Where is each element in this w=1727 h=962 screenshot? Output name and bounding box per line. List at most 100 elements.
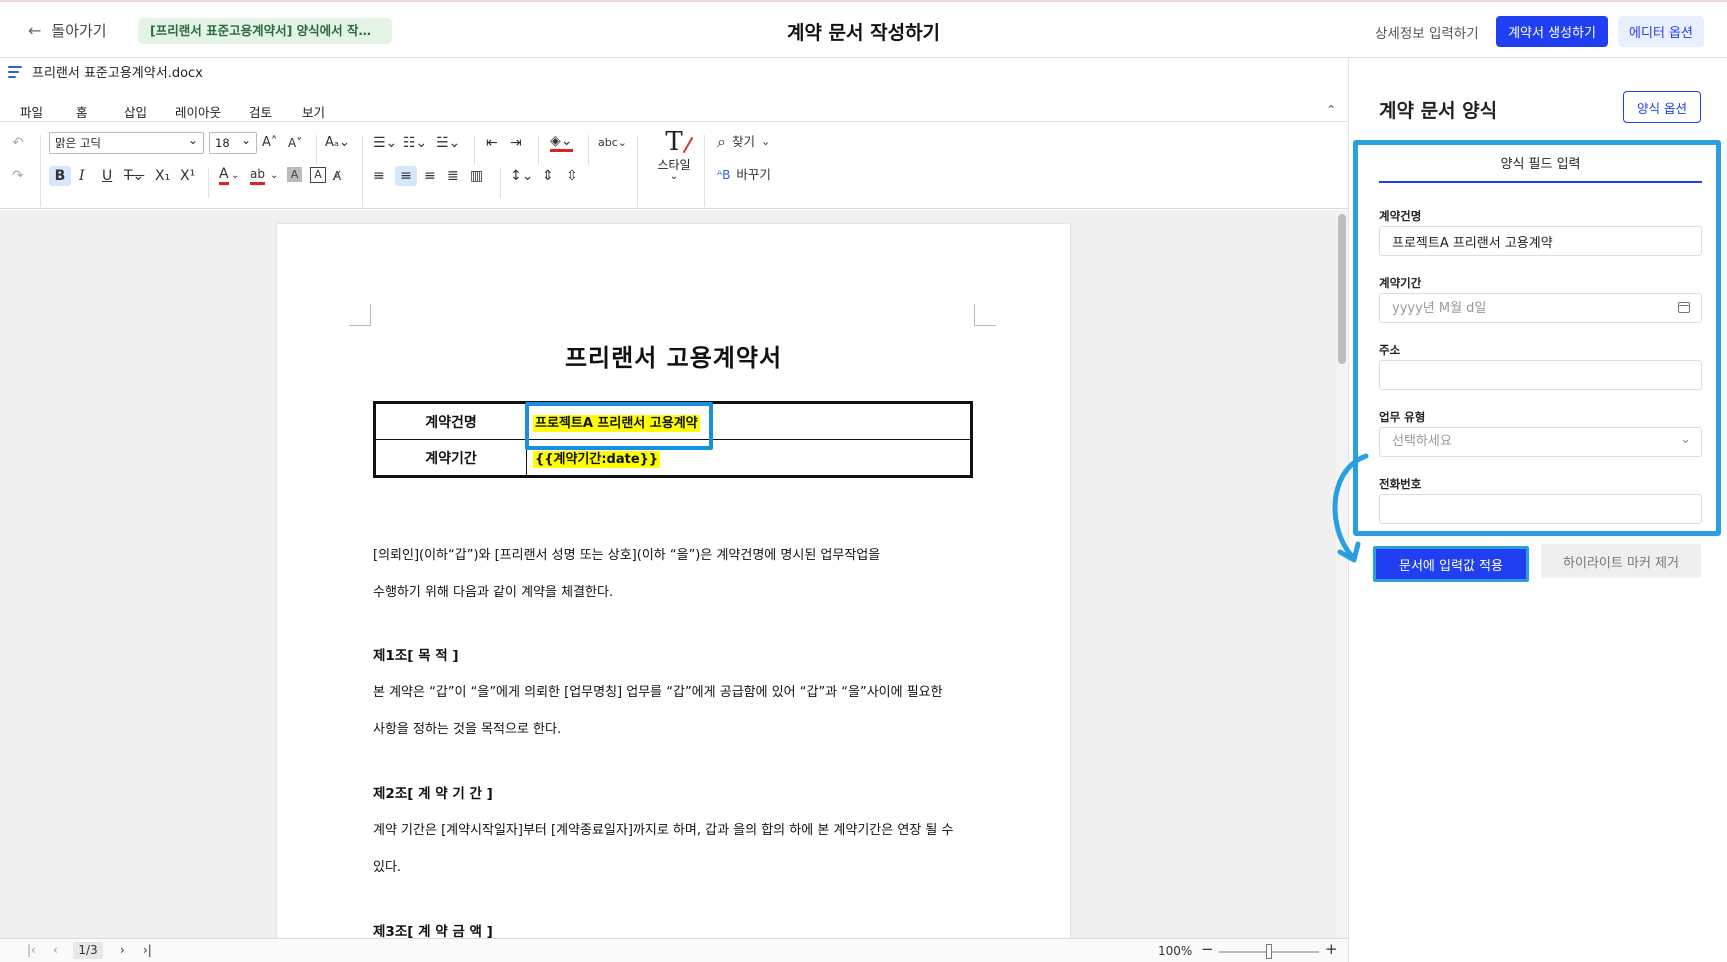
collapse-ribbon-icon[interactable]: ⌄: [1326, 102, 1336, 116]
menu-view[interactable]: 보기: [302, 102, 325, 121]
menu-bar: 파일 홈 삽입 레이아웃 검토 보기 ⌄: [0, 98, 1348, 128]
spelling-icon[interactable]: abc⌄: [598, 133, 627, 153]
detail-info-link[interactable]: 상세정보 입력하기: [1375, 22, 1479, 42]
status-bar: |‹ ‹ 1/3 › ›| 100% − +: [0, 938, 1348, 962]
field-label-phone: 전화번호: [1379, 477, 1422, 491]
paragraph-spacing-before-icon[interactable]: ⇕: [542, 166, 554, 186]
char-border-icon[interactable]: A: [310, 167, 326, 183]
contract-period-wrapper: [1349, 293, 1727, 323]
bullet-list-icon[interactable]: ☰⌄: [373, 133, 397, 153]
shading-icon[interactable]: ◈⌄: [550, 133, 573, 152]
zoom-level: 100%: [1158, 944, 1193, 958]
work-type-select[interactable]: 선택하세요 ⌄: [1379, 427, 1702, 457]
underline-icon[interactable]: U: [102, 166, 112, 186]
work-type-placeholder: 선택하세요: [1392, 434, 1452, 449]
find-label: 찾기: [731, 134, 755, 149]
redo-icon[interactable]: ↷: [12, 166, 24, 186]
highlight-color-icon[interactable]: ab: [250, 166, 265, 185]
char-shading-icon[interactable]: A: [287, 167, 302, 182]
menu-review[interactable]: 검토: [249, 102, 272, 121]
field-label-contract-period: 계약기간: [1379, 276, 1422, 290]
numbered-list-icon[interactable]: ☷⌄: [403, 133, 427, 153]
top-bar: ← 돌아가기 [프리랜서 표준고용계약서] 양식에서 작성중... 계약 문서 …: [0, 0, 1727, 58]
contract-name-input[interactable]: [1379, 226, 1702, 256]
chevron-down-icon: ⌄: [669, 171, 679, 182]
paragraph-spacing-after-icon[interactable]: ⇳: [566, 166, 578, 186]
apply-to-document-button[interactable]: 문서에 입력값 적용: [1373, 546, 1529, 582]
page-indicator[interactable]: 1/3: [73, 942, 103, 959]
chevron-down-icon: ⌄: [760, 135, 771, 148]
justify-icon[interactable]: ≣: [447, 166, 459, 186]
font-grow-icon[interactable]: A˄: [262, 133, 277, 153]
menu-insert[interactable]: 삽입: [124, 102, 147, 121]
find-button[interactable]: ⌕ 찾기 ⌄: [717, 132, 770, 152]
zoom-in-icon[interactable]: +: [1325, 940, 1338, 958]
remove-highlight-button[interactable]: 하이라이트 마커 제거: [1541, 544, 1701, 578]
prev-page-icon[interactable]: ‹: [53, 943, 58, 957]
field-label-address: 주소: [1379, 343, 1401, 357]
font-family-value: 맑은 고딕: [55, 136, 101, 150]
highlight-marker: 프로젝트A 프리랜서 고용계약: [533, 415, 700, 432]
clear-format-icon[interactable]: A̸: [333, 166, 341, 186]
last-page-icon[interactable]: ›|: [143, 943, 152, 957]
strikethrough-icon[interactable]: T⌄: [124, 166, 144, 186]
change-case-icon[interactable]: Aₐ⌄: [325, 133, 350, 153]
tab-form-fields[interactable]: 양식 필드 입력: [1379, 150, 1702, 183]
menu-home[interactable]: 홈: [74, 102, 89, 128]
increase-indent-icon[interactable]: ⇥: [510, 133, 522, 153]
align-center-icon[interactable]: ≡: [395, 166, 417, 186]
font-size-select[interactable]: 18: [209, 130, 257, 154]
next-page-icon[interactable]: ›: [120, 943, 125, 957]
decrease-indent-icon[interactable]: ⇤: [486, 133, 498, 153]
align-right-icon[interactable]: ≡: [424, 166, 436, 186]
text-style-icon: T: [656, 128, 692, 156]
contract-period-input[interactable]: [1379, 293, 1702, 323]
scroll-thumb[interactable]: [1338, 214, 1346, 364]
undo-icon[interactable]: ↶: [12, 133, 24, 153]
distribute-icon[interactable]: ▥: [470, 166, 483, 186]
replace-icon: ᴬB: [717, 168, 731, 182]
chevron-down-icon[interactable]: ⌄: [231, 166, 239, 186]
article-heading: 제2조[ 계 약 기 간 ]: [373, 786, 493, 802]
first-page-icon[interactable]: |‹: [27, 943, 36, 957]
paragraph: 계약 기간은 [계약시작일자]부터 [계약종료일자]까지로 하며, 갑과 을의 …: [373, 823, 954, 838]
editor-options-button[interactable]: 에디터 옵션: [1618, 16, 1704, 47]
superscript-icon[interactable]: X¹: [180, 166, 195, 186]
font-color-icon[interactable]: A: [219, 166, 229, 185]
back-button[interactable]: ← 돌아가기: [28, 20, 107, 41]
document-page[interactable]: 프리랜서 고용계약서 계약건명 프로젝트A 프리랜서 고용계약 계약기간 {{계…: [277, 224, 1070, 938]
chevron-down-icon[interactable]: ⌄: [270, 166, 278, 186]
replace-button[interactable]: ᴬB 바꾸기: [717, 165, 771, 185]
align-left-icon[interactable]: ≡: [373, 166, 385, 186]
menu-layout[interactable]: 레이아웃: [175, 102, 221, 121]
bold-icon[interactable]: B: [49, 166, 71, 186]
style-button[interactable]: T 스타일 ⌄: [656, 128, 692, 182]
vertical-scrollbar[interactable]: [1336, 210, 1348, 938]
calendar-icon[interactable]: [1678, 302, 1690, 313]
table-row: 계약기간 {{계약기간:date}}: [374, 439, 972, 477]
app-window: ← 돌아가기 [프리랜서 표준고용계약서] 양식에서 작성중... 계약 문서 …: [0, 0, 1727, 962]
font-family-select[interactable]: 맑은 고딕: [49, 130, 204, 154]
line-spacing-icon[interactable]: ↕⌄: [510, 166, 533, 186]
document-editor: 프리랜서 표준고용계약서.docx 파일 홈 삽입 레이아웃 검토 보기 ⌄ ↶…: [0, 58, 1348, 962]
font-shrink-icon[interactable]: A˅: [288, 133, 302, 153]
subscript-icon[interactable]: X₁: [155, 166, 170, 186]
menu-file[interactable]: 파일: [20, 102, 43, 121]
zoom-out-icon[interactable]: −: [1201, 940, 1214, 958]
search-icon: ⌕: [717, 132, 726, 151]
margin-corner: [349, 304, 371, 326]
italic-icon[interactable]: I: [79, 166, 85, 186]
back-label: 돌아가기: [51, 22, 107, 40]
table-value-cell[interactable]: {{계약기간:date}}: [526, 439, 972, 477]
page-title: 계약 문서 작성하기: [786, 22, 941, 44]
arrow-left-icon: ←: [28, 21, 42, 40]
address-input[interactable]: [1379, 360, 1702, 390]
phone-input[interactable]: [1379, 494, 1702, 524]
zoom-slider-thumb[interactable]: [1266, 944, 1272, 959]
document-canvas[interactable]: 프리랜서 고용계약서 계약건명 프로젝트A 프리랜서 고용계약 계약기간 {{계…: [0, 210, 1348, 938]
form-options-button[interactable]: 양식 옵션: [1623, 91, 1701, 123]
generate-contract-button[interactable]: 계약서 생성하기: [1496, 16, 1608, 47]
multilevel-list-icon[interactable]: ☱⌄: [436, 133, 460, 153]
table-value-cell[interactable]: 프로젝트A 프리랜서 고용계약: [526, 402, 972, 440]
file-bar: 프리랜서 표준고용계약서.docx: [8, 62, 203, 81]
